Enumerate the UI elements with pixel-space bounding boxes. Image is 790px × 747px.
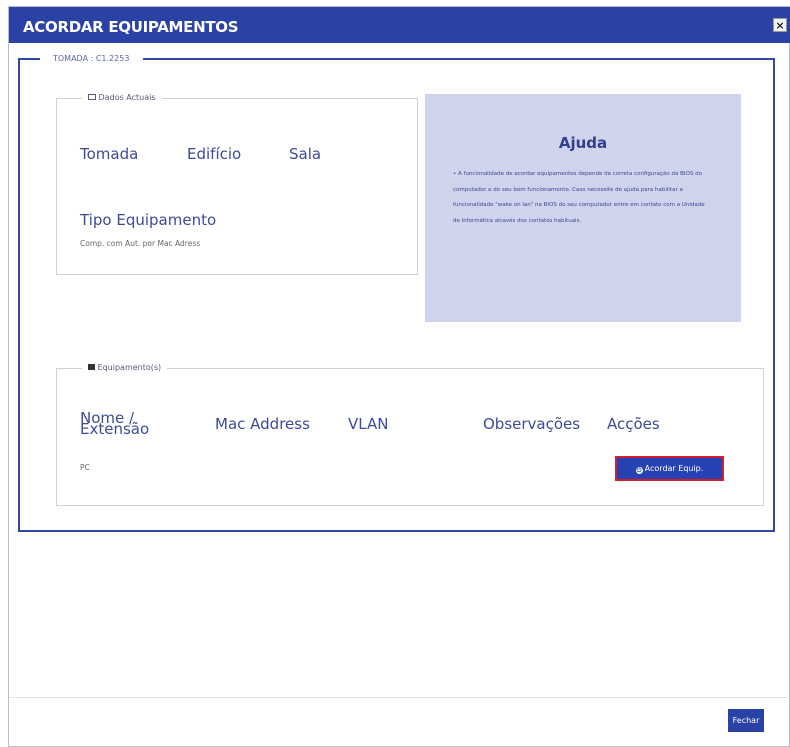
tomada-legend: TOMADA : C1.2253 bbox=[40, 54, 144, 63]
dados-actuais-legend: Dados Actuais bbox=[82, 93, 162, 102]
grid-icon bbox=[88, 364, 95, 370]
fechar-button[interactable]: Fechar bbox=[728, 709, 764, 732]
dados-actuais-section: Dados Actuais bbox=[56, 93, 418, 275]
edificio-label: Edifício bbox=[187, 145, 242, 163]
dialog-title-bar: ACORDAR EQUIPAMENTOS bbox=[9, 7, 790, 43]
tipo-equipamento-label: Tipo Equipamento bbox=[80, 211, 217, 229]
tipo-equipamento-value: Comp. com Aut. por Mac Adress bbox=[80, 239, 201, 248]
dados-actuais-legend-text: Dados Actuais bbox=[98, 93, 156, 102]
equipamentos-section: Equipamento(s) bbox=[56, 363, 764, 506]
tomada-label: Tomada bbox=[80, 145, 139, 163]
sala-label: Sala bbox=[289, 145, 322, 163]
footer-divider bbox=[9, 697, 790, 698]
equipamentos-legend-text: Equipamento(s) bbox=[97, 363, 162, 372]
column-header-accoes: Acções bbox=[607, 415, 660, 433]
help-title: Ajuda bbox=[558, 134, 608, 152]
column-header-nome: Nome / Extensão bbox=[80, 409, 150, 438]
column-header-vlan: VLAN bbox=[348, 415, 389, 433]
close-icon[interactable]: × bbox=[773, 18, 787, 32]
dialog-title: ACORDAR EQUIPAMENTOS bbox=[23, 18, 239, 36]
column-header-mac: Mac Address bbox=[215, 415, 310, 433]
acordar-equip-button[interactable]: ⏻ Acordar Equip. bbox=[615, 456, 724, 481]
dialog: ACORDAR EQUIPAMENTOS × TOMADA : C1.2253 … bbox=[8, 6, 790, 747]
row-nome: PC bbox=[80, 463, 90, 472]
power-icon: ⏻ bbox=[635, 467, 643, 474]
table-icon bbox=[88, 94, 96, 100]
acordar-equip-label: Acordar Equip. bbox=[644, 464, 704, 473]
help-panel: Ajuda • A funcionalidade de acordar equi… bbox=[425, 94, 741, 322]
help-text: • A funcionalidade de acordar equipament… bbox=[453, 171, 705, 224]
equipamentos-legend: Equipamento(s) bbox=[82, 363, 168, 372]
column-header-observacoes: Observações bbox=[483, 415, 581, 433]
